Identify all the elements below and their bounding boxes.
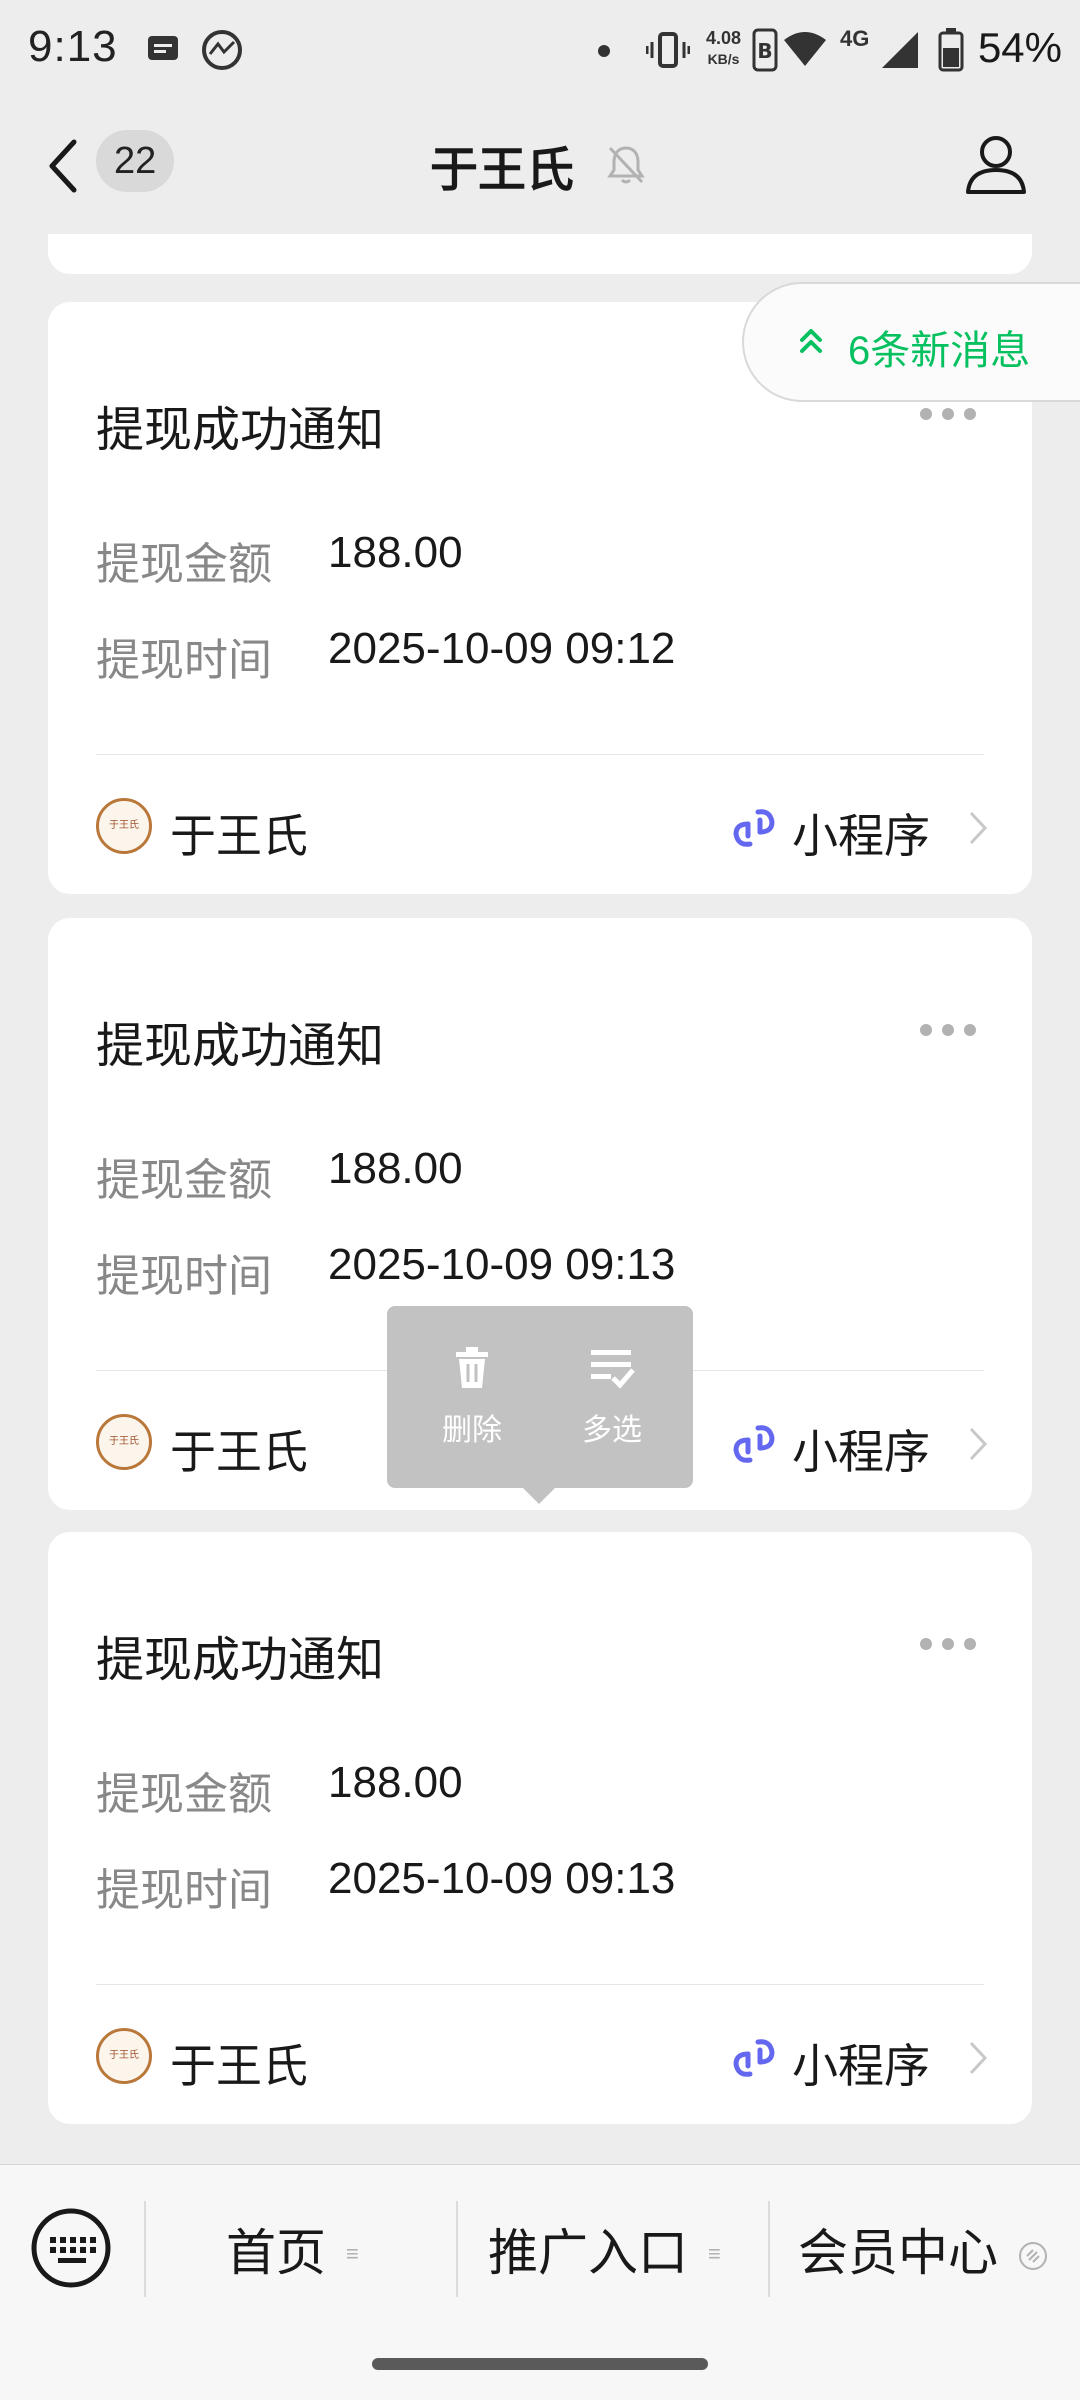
signal-icon [880,30,920,75]
profile-icon[interactable] [964,132,1028,201]
card-title: 提现成功通知 [96,1634,385,1687]
battery-icon [938,28,964,77]
amount-value: 188.00 [328,528,463,577]
delete-button[interactable]: 删除 [417,1346,527,1449]
amount-label: 提现金额 [96,1770,272,1819]
mini-program-link[interactable]: 小程序 [792,1416,930,1482]
card-title: 提现成功通知 [96,1020,385,1073]
time-value: 2025-10-09 09:12 [328,624,676,673]
chevron-right-icon [968,1426,988,1467]
keyboard-toggle-icon[interactable] [30,2207,112,2294]
avatar-text: 于王氏 [109,820,139,831]
trash-icon [452,1347,492,1394]
avatar: 于王氏 [96,1414,152,1470]
amount-label: 提现金额 [96,540,272,589]
more-options-icon[interactable] [920,1024,976,1036]
mute-bell-icon [604,142,648,191]
battery-percent: 54% [977,24,1062,71]
amount-value: 188.00 [328,1144,463,1193]
net-speed-value: 4.08 [706,28,742,48]
net-speed: 4.08 KB/s [706,28,741,69]
back-button[interactable] [44,138,88,198]
menu-divider [144,2201,146,2297]
svg-text:B: B [757,39,772,63]
message-context-menu: 删除 多选 [387,1306,693,1504]
app-notification-icon [200,28,244,77]
time-label: 提现时间 [96,1252,272,1301]
amount-value: 188.00 [328,1758,463,1807]
home-indicator[interactable] [372,2358,708,2370]
message-notification-icon [146,34,180,69]
network-type: 4G [840,26,870,51]
status-bar: 9:13 4.08 KB/s B 4G 54% [0,0,1080,100]
menu-item-promo[interactable]: 推广入口 [488,2213,688,2285]
menu-item-member[interactable]: 会员中心 [798,2213,998,2285]
mini-program-icon [728,1418,780,1475]
unread-count-badge[interactable]: 22 [96,130,175,192]
status-time: 9:13 [28,22,118,71]
card-title: 提现成功通知 [96,404,385,457]
previous-message-card[interactable] [48,234,1032,274]
menu-divider [768,2201,770,2297]
vibrate-icon [645,30,691,75]
avatar-text: 于王氏 [109,2050,139,2061]
avatar: 于王氏 [96,2028,152,2084]
hd-icon: B [752,28,778,77]
delete-label: 删除 [442,1414,502,1447]
multiselect-button[interactable]: 多选 [557,1346,667,1449]
mini-program-link[interactable]: 小程序 [792,800,930,866]
mini-program-link-icon [1018,2241,1048,2276]
new-messages-button[interactable]: 6条新消息 [742,282,1080,402]
dot-icon [598,44,610,62]
time-value: 2025-10-09 09:13 [328,1854,676,1903]
more-options-icon[interactable] [920,1638,976,1650]
chat-header: 22 于王氏 [0,100,1080,234]
menu-item-home[interactable]: 首页 [226,2213,326,2285]
multiselect-list-icon [589,1350,635,1394]
submenu-icon: ≡ [708,2241,721,2266]
double-chevron-up-icon [798,326,824,361]
net-speed-unit: KB/s [707,51,740,67]
submenu-icon: ≡ [346,2241,359,2266]
chevron-right-icon [968,810,988,851]
chat-title: 于王氏 [430,144,575,197]
amount-label: 提现金额 [96,1156,272,1205]
avatar: 于王氏 [96,798,152,854]
source-name: 于王氏 [170,2040,308,2092]
avatar-text: 于王氏 [109,1436,139,1447]
divider [96,754,984,755]
mini-program-link[interactable]: 小程序 [792,2030,930,2096]
wifi-icon [782,30,828,75]
time-label: 提现时间 [96,636,272,685]
withdraw-notice-card[interactable]: 提现成功通知 提现金额 188.00 提现时间 2025-10-09 09:13… [48,1532,1032,2124]
more-options-icon[interactable] [920,408,976,420]
mini-program-icon [728,2032,780,2089]
new-messages-label: 6条新消息 [848,329,1031,373]
multiselect-label: 多选 [582,1414,642,1447]
message-list[interactable]: 提现成功通知 提现金额 188.00 提现时间 2025-10-09 09:12… [0,234,1080,2164]
menu-divider [456,2201,458,2297]
time-label: 提现时间 [96,1866,272,1915]
chevron-right-icon [968,2040,988,2081]
divider [96,1984,984,1985]
time-value: 2025-10-09 09:13 [328,1240,676,1289]
mini-program-icon [728,802,780,859]
source-name: 于王氏 [170,1426,308,1478]
source-name: 于王氏 [170,810,308,862]
